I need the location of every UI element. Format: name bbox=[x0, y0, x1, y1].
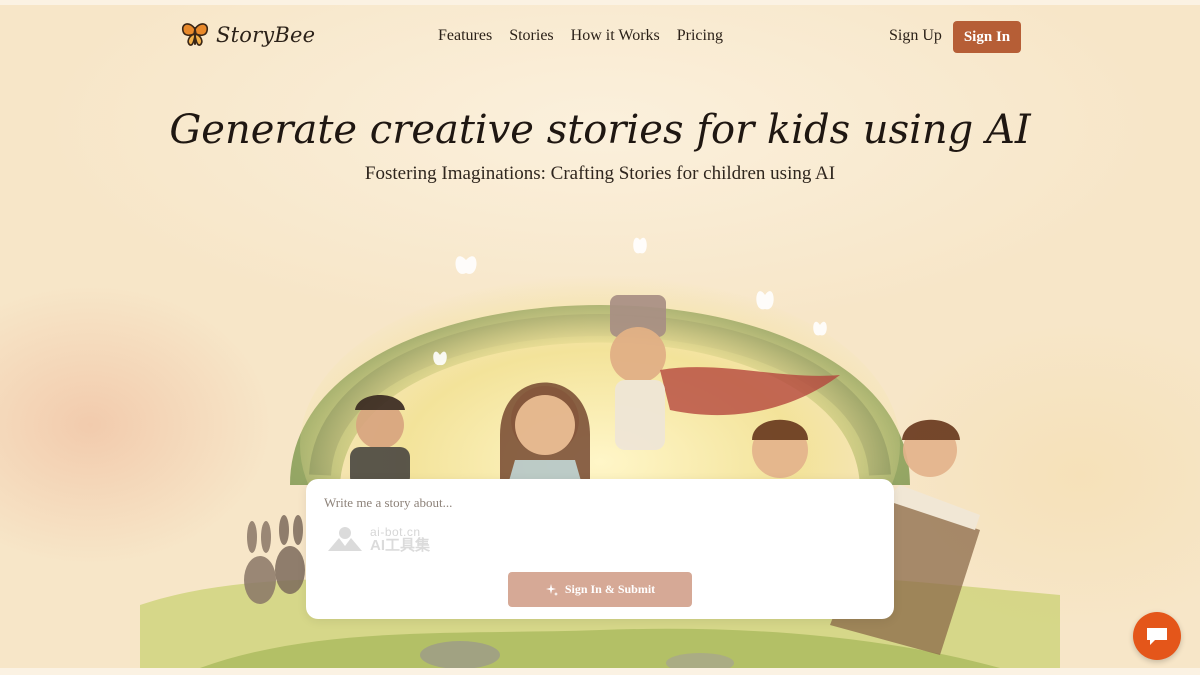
hero-subtitle: Fostering Imaginations: Crafting Stories… bbox=[364, 163, 836, 184]
sparkle-icon bbox=[545, 583, 558, 596]
chat-launcher-button[interactable] bbox=[1133, 612, 1181, 660]
story-prompt-card: ai-bot.cn AI工具集 Sign In & Submit bbox=[306, 479, 894, 619]
nav-link-features[interactable]: Features bbox=[438, 27, 492, 45]
chat-bubble-icon bbox=[1147, 628, 1167, 645]
sign-up-link[interactable]: Sign Up bbox=[889, 27, 942, 45]
top-navigation: StoryBee Features Stories How it Works P… bbox=[0, 5, 1200, 69]
submit-label: Sign In & Submit bbox=[564, 582, 656, 596]
butterfly-icon bbox=[181, 23, 209, 46]
hero-title: Generate creative stories for kids using… bbox=[169, 107, 1031, 153]
landing-page: StoryBee Features Stories How it Works P… bbox=[0, 5, 1200, 668]
brand-name: StoryBee bbox=[216, 23, 316, 47]
watermark: ai-bot.cn AI工具集 bbox=[326, 525, 430, 553]
sign-in-submit-button[interactable]: Sign In & Submit bbox=[508, 572, 692, 607]
nav-link-pricing[interactable]: Pricing bbox=[677, 27, 723, 45]
sign-in-button[interactable]: Sign In bbox=[953, 21, 1021, 53]
watermark-line2: AI工具集 bbox=[370, 537, 431, 554]
nav-links: Features Stories How it Works Pricing bbox=[438, 27, 723, 45]
brand-logo[interactable]: StoryBee bbox=[180, 21, 315, 49]
nav-link-how-it-works[interactable]: How it Works bbox=[571, 27, 660, 45]
watermark-logo-icon bbox=[328, 527, 362, 551]
watermark-text: ai-bot.cn AI工具集 bbox=[370, 525, 430, 553]
nav-link-stories[interactable]: Stories bbox=[509, 27, 553, 45]
